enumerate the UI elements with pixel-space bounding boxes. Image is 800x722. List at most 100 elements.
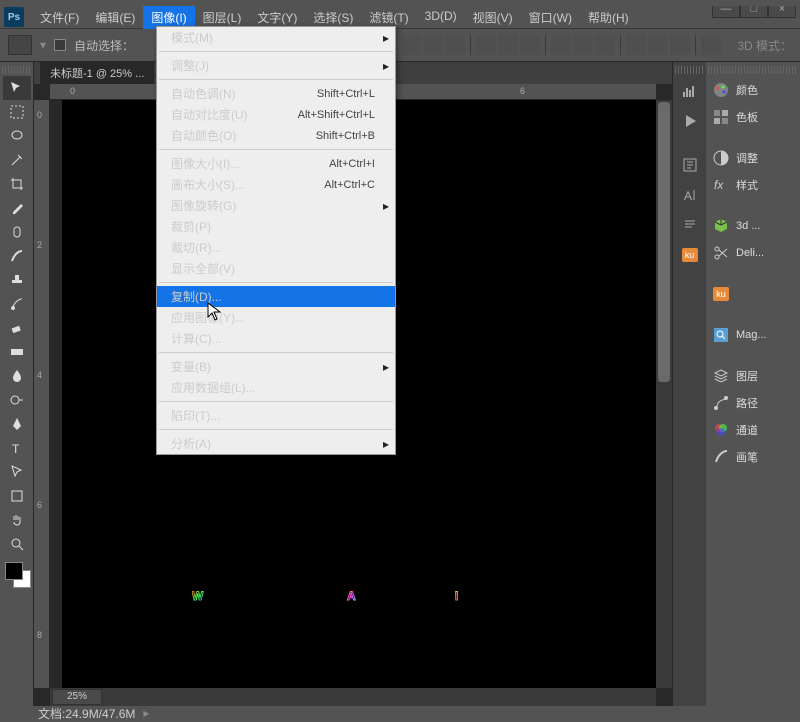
panel-Mag...[interactable]: Mag... — [706, 321, 800, 348]
panel-Deli...[interactable]: Deli... — [706, 239, 800, 266]
lasso-tool[interactable] — [3, 124, 31, 148]
align-icon[interactable] — [401, 35, 421, 55]
healing-tool[interactable] — [3, 220, 31, 244]
history-brush-tool[interactable] — [3, 292, 31, 316]
ku-icon: ku — [712, 285, 730, 303]
brush-tool[interactable] — [3, 244, 31, 268]
scrollbar-thumb[interactable] — [658, 102, 670, 382]
scrollbar-horizontal[interactable]: 25% — [50, 688, 656, 706]
scrollbar-vertical[interactable] — [656, 100, 672, 688]
dist-icon[interactable] — [648, 35, 668, 55]
panel-handle[interactable] — [708, 66, 798, 74]
marquee-tool[interactable] — [3, 100, 31, 124]
misc-icon[interactable] — [701, 35, 721, 55]
color-swatches[interactable] — [3, 560, 31, 588]
menu-item[interactable]: 模式(M)▸ — [157, 27, 395, 48]
ruler-vertical[interactable]: 02468 — [34, 100, 50, 688]
panel-handle[interactable] — [675, 66, 705, 74]
menu-shortcut: Alt+Ctrl+C — [324, 179, 375, 191]
menu-7[interactable]: 3D(D) — [417, 6, 465, 29]
zoom-input[interactable]: 25% — [52, 689, 102, 705]
zoom-tool[interactable] — [3, 532, 31, 556]
align-icon[interactable] — [498, 35, 518, 55]
hand-tool[interactable] — [3, 508, 31, 532]
dist-icon[interactable] — [551, 35, 571, 55]
foreground-color[interactable] — [5, 562, 23, 580]
menu-shortcut: Alt+Ctrl+I — [329, 158, 375, 170]
histogram-icon[interactable] — [676, 78, 704, 104]
autoselect-checkbox[interactable] — [54, 39, 66, 51]
menu-item: 裁剪(P) — [157, 216, 395, 237]
eyedropper-tool[interactable] — [3, 196, 31, 220]
svg-text:T: T — [12, 442, 20, 456]
properties-icon[interactable] — [676, 152, 704, 178]
menu-item-label: 应用图像(Y)... — [171, 309, 245, 326]
menu-item[interactable]: 自动对比度(U)Alt+Shift+Ctrl+L — [157, 104, 395, 125]
image-menu-dropdown: 模式(M)▸ 调整(J)▸ 自动色调(N)Shift+Ctrl+L自动对比度(U)A… — [156, 26, 396, 455]
align-icon[interactable] — [445, 35, 465, 55]
dist-icon[interactable] — [595, 35, 615, 55]
menu-1[interactable]: 编辑(E) — [87, 6, 143, 29]
panel-图层[interactable]: 图层 — [706, 362, 800, 389]
paragraph-icon[interactable] — [676, 212, 704, 238]
panel-颜色[interactable]: 颜色 — [706, 76, 800, 103]
menu-9[interactable]: 窗口(W) — [521, 6, 580, 29]
type-tool[interactable]: T — [3, 436, 31, 460]
panel-label: 颜色 — [736, 82, 758, 98]
document-tab[interactable]: 未标题-1 @ 25% ... — [40, 62, 154, 84]
menu-item[interactable]: 分析(A)▸ — [157, 433, 395, 454]
gradient-tool[interactable] — [3, 340, 31, 364]
crop-tool[interactable] — [3, 172, 31, 196]
panel-label: Deli... — [736, 247, 764, 259]
menu-item-label: 变量(B) — [171, 358, 211, 375]
eraser-tool[interactable] — [3, 316, 31, 340]
align-icon[interactable] — [520, 35, 540, 55]
adjustments-icon — [712, 149, 730, 167]
right-icon-strip: A ku — [672, 62, 706, 706]
align-icon[interactable] — [476, 35, 496, 55]
panel-通道[interactable]: 通道 — [706, 416, 800, 443]
dist-icon[interactable] — [626, 35, 646, 55]
menu-item[interactable]: 裁切(R)... — [157, 237, 395, 258]
menu-item-label: 画布大小(S)... — [171, 176, 245, 193]
pen-tool[interactable] — [3, 412, 31, 436]
menu-item[interactable]: 画布大小(S)... Alt+Ctrl+C — [157, 174, 395, 195]
current-tool-icon[interactable] — [8, 35, 32, 55]
dist-icon[interactable] — [573, 35, 593, 55]
panel-画笔[interactable]: 画笔 — [706, 443, 800, 470]
dist-icon[interactable] — [670, 35, 690, 55]
panel-样式[interactable]: fx样式 — [706, 171, 800, 198]
panel-色板[interactable]: 色板 — [706, 103, 800, 130]
menu-0[interactable]: 文件(F) — [32, 6, 87, 29]
menu-item[interactable]: 应用图像(Y)... — [157, 307, 395, 328]
blur-tool[interactable] — [3, 364, 31, 388]
wand-tool[interactable] — [3, 148, 31, 172]
shape-tool[interactable] — [3, 484, 31, 508]
ku-tab-icon[interactable]: ku — [676, 242, 704, 268]
menu-item[interactable]: 复制(D)... — [157, 286, 395, 307]
menu-item[interactable]: 自动颜色(O)Shift+Ctrl+B — [157, 125, 395, 146]
align-icon[interactable] — [423, 35, 443, 55]
move-tool[interactable] — [3, 76, 31, 100]
menu-item[interactable]: 显示全部(V) — [157, 258, 395, 279]
menu-item[interactable]: 自动色调(N)Shift+Ctrl+L — [157, 83, 395, 104]
menu-item[interactable]: 图像旋转(G)▸ — [157, 195, 395, 216]
menu-8[interactable]: 视图(V) — [465, 6, 521, 29]
character-icon[interactable]: A — [676, 182, 704, 208]
dodge-tool[interactable] — [3, 388, 31, 412]
menu-item[interactable]: 计算(C)... — [157, 328, 395, 349]
panel-调整[interactable]: 调整 — [706, 144, 800, 171]
path-select-tool[interactable] — [3, 460, 31, 484]
panel-label: 图层 — [736, 368, 758, 384]
panel-3d ...[interactable]: 3d ... — [706, 212, 800, 239]
panel-路径[interactable]: 路径 — [706, 389, 800, 416]
play-icon[interactable] — [676, 108, 704, 134]
panel-handle[interactable] — [2, 66, 32, 74]
stamp-tool[interactable] — [3, 268, 31, 292]
menu-10[interactable]: 帮助(H) — [580, 6, 637, 29]
panel-ku[interactable]: ku — [706, 280, 800, 307]
menu-item[interactable]: 调整(J)▸ — [157, 55, 395, 76]
menu-item[interactable]: 变量(B)▸ — [157, 356, 395, 377]
menu-item[interactable]: 图像大小(I)...Alt+Ctrl+I — [157, 153, 395, 174]
menu-shortcut: Shift+Ctrl+B — [316, 130, 375, 142]
